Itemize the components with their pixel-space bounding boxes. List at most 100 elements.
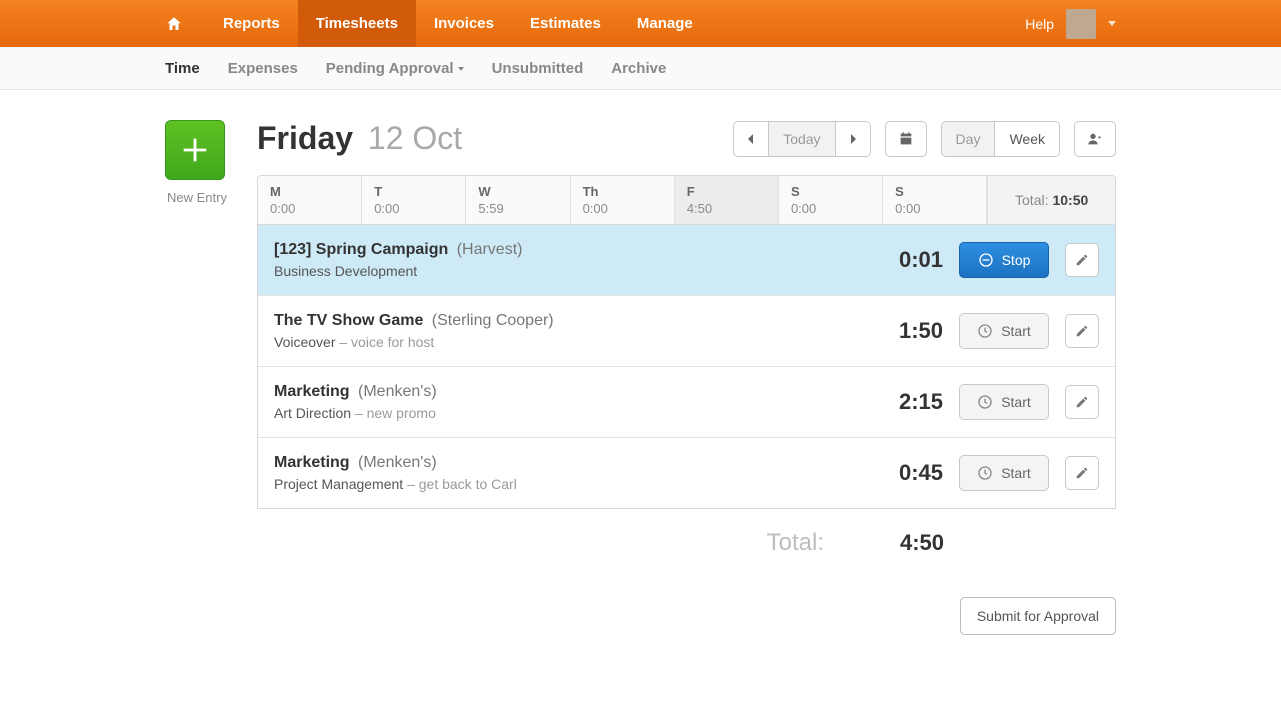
date-nav-group: Today [733, 121, 870, 157]
nav-reports[interactable]: Reports [205, 0, 298, 47]
home-icon [165, 15, 183, 33]
entry-client: (Sterling Cooper) [427, 312, 553, 329]
entry-time: 0:01 [863, 247, 943, 273]
edit-entry-button[interactable] [1065, 385, 1099, 419]
nav-invoices[interactable]: Invoices [416, 0, 512, 47]
avatar[interactable] [1066, 9, 1096, 39]
subnav-expenses[interactable]: Expenses [228, 60, 298, 77]
weekday-cell[interactable]: S0:00 [779, 176, 883, 224]
entry-project: [123] Spring Campaign [274, 241, 448, 258]
time-entry-row: Marketing (Menken's)Art Direction – new … [258, 367, 1115, 438]
chevron-right-icon [848, 133, 858, 145]
edit-entry-button[interactable] [1065, 314, 1099, 348]
start-timer-button[interactable]: Start [959, 384, 1049, 420]
entry-main: The TV Show Game (Sterling Cooper) Voiceo… [274, 312, 847, 350]
entry-task: Art Direction [274, 405, 351, 421]
submit-for-approval-button[interactable]: Submit for Approval [960, 597, 1116, 635]
entry-client: (Harvest) [452, 241, 522, 258]
entry-action-label: Start [1001, 465, 1031, 481]
edit-entry-button[interactable] [1065, 243, 1099, 277]
chevron-left-icon [746, 133, 756, 145]
time-entry-row: [123] Spring Campaign (Harvest) Business … [258, 225, 1115, 296]
home-button[interactable] [165, 0, 205, 47]
subnav-pending-approval[interactable]: Pending Approval [326, 60, 464, 77]
weekday-cell[interactable]: F4:50 [675, 176, 779, 224]
entry-project: The TV Show Game [274, 312, 423, 329]
week-view-button[interactable]: Week [995, 122, 1059, 156]
subnav-time[interactable]: Time [165, 60, 200, 77]
day-total-label: Total: [273, 529, 864, 557]
clock-icon [977, 465, 993, 481]
date-sub: 12 Oct [368, 120, 462, 156]
entry-main: Marketing (Menken's)Art Direction – new … [274, 383, 847, 421]
today-button[interactable]: Today [769, 122, 835, 156]
entry-note: – new promo [355, 405, 436, 421]
user-menu-caret-icon[interactable] [1108, 21, 1116, 26]
pencil-icon [1075, 466, 1089, 480]
entry-action-label: Start [1001, 394, 1031, 410]
weekday-cell[interactable]: Th0:00 [571, 176, 675, 224]
week-bar: M0:00T0:00W5:59Th0:00F4:50S0:00S0:00Tota… [257, 175, 1116, 225]
weekday-cell[interactable]: W 5:59 [466, 176, 570, 224]
time-entry-row: The TV Show Game (Sterling Cooper) Voiceo… [258, 296, 1115, 367]
weekday-cell[interactable]: S0:00 [883, 176, 987, 224]
entry-main: Marketing (Menken's) Project Management –… [274, 454, 847, 492]
weekday-hours: 0:00 [374, 201, 453, 216]
start-timer-button[interactable]: Start [959, 313, 1049, 349]
stop-icon [978, 252, 994, 268]
new-entry-button[interactable] [165, 120, 225, 180]
nav-estimates[interactable]: Estimates [512, 0, 619, 47]
day-view-button[interactable]: Day [942, 122, 996, 156]
stop-timer-button[interactable]: Stop [959, 242, 1049, 278]
clock-icon [977, 323, 993, 339]
nav-manage[interactable]: Manage [619, 0, 711, 47]
topbar: Reports Timesheets Invoices Estimates Ma… [0, 0, 1281, 47]
subnav-archive[interactable]: Archive [611, 60, 666, 77]
weekday-abbrev: M [270, 184, 349, 199]
plus-icon [178, 133, 212, 167]
weekday-hours: 0:00 [895, 201, 974, 216]
entry-task: Voiceover [274, 334, 335, 350]
next-day-button[interactable] [836, 122, 870, 156]
pencil-icon [1075, 324, 1089, 338]
date-day-name: Friday [257, 120, 353, 156]
entry-main: [123] Spring Campaign (Harvest) Business … [274, 241, 847, 279]
chevron-down-icon [454, 60, 464, 77]
entry-task: Business Development [274, 263, 417, 279]
day-total-value: 4:50 [864, 530, 944, 556]
calendar-icon [898, 131, 914, 147]
weekday-hours: 0:00 [270, 201, 349, 216]
weekday-cell[interactable]: T0:00 [362, 176, 466, 224]
subnav-unsubmitted[interactable]: Unsubmitted [492, 60, 584, 77]
view-toggle-group: Day Week [941, 121, 1060, 157]
entry-time: 0:45 [863, 460, 943, 486]
day-total-row: Total: 4:50 [257, 509, 1116, 557]
nav-timesheets[interactable]: Timesheets [298, 0, 416, 47]
teammates-button[interactable] [1074, 121, 1116, 157]
pencil-icon [1075, 253, 1089, 267]
time-entry-row: Marketing (Menken's) Project Management –… [258, 438, 1115, 508]
weekday-abbrev: S [791, 184, 870, 199]
weekday-hours: 4:50 [687, 201, 766, 216]
clock-icon [977, 394, 993, 410]
weekday-hours: 5:59 [478, 201, 557, 216]
entry-client: (Menken's) [354, 454, 437, 471]
entry-task: Project Management [274, 476, 403, 492]
weekday-abbrev: W [478, 184, 557, 199]
start-timer-button[interactable]: Start [959, 455, 1049, 491]
entry-action-label: Stop [1002, 252, 1031, 268]
subnav: Time Expenses Pending Approval Unsubmitt… [0, 47, 1281, 90]
help-link[interactable]: Help [1025, 16, 1054, 32]
week-total: Total: 10:50 [987, 176, 1115, 224]
entry-action-label: Start [1001, 323, 1031, 339]
entry-client: (Menken's) [354, 383, 437, 400]
pencil-icon [1075, 395, 1089, 409]
entry-time: 2:15 [863, 389, 943, 415]
calendar-button[interactable] [885, 121, 927, 157]
entry-note: – get back to Carl [407, 476, 517, 492]
prev-day-button[interactable] [734, 122, 769, 156]
entries-list: [123] Spring Campaign (Harvest) Business … [257, 225, 1116, 509]
entry-project: Marketing [274, 454, 350, 471]
edit-entry-button[interactable] [1065, 456, 1099, 490]
weekday-cell[interactable]: M 0:00 [258, 176, 362, 224]
